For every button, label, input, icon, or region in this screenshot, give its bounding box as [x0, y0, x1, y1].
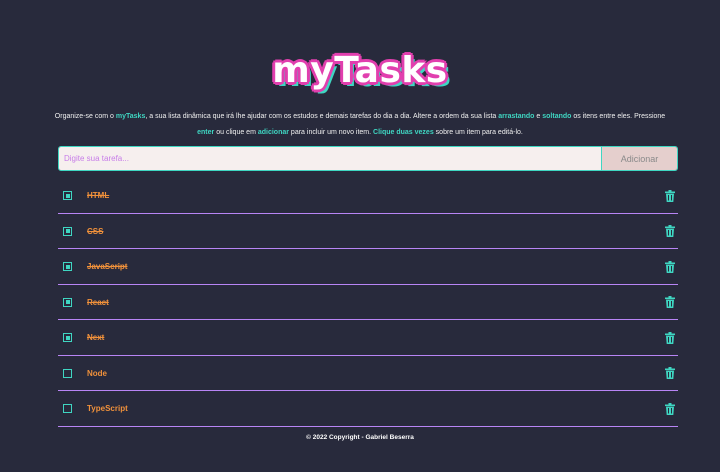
intro-text-part: para incluir um novo item. — [288, 129, 374, 136]
task-checkbox[interactable] — [63, 297, 72, 307]
intro-text-part: os itens entre eles. Pressione — [571, 113, 666, 120]
task-checkbox[interactable] — [63, 333, 72, 343]
trash-icon[interactable] — [665, 331, 675, 344]
task-input[interactable] — [59, 147, 601, 170]
trash-icon[interactable] — [665, 260, 675, 273]
task-label[interactable]: CSS — [87, 227, 103, 236]
task-item[interactable]: HTML — [58, 179, 678, 214]
task-checkbox[interactable] — [63, 368, 72, 378]
task-checkbox[interactable] — [63, 191, 72, 201]
add-task-form: Adicionar — [58, 146, 678, 171]
trash-icon[interactable] — [665, 367, 675, 380]
app-logo: myTasks — [272, 50, 448, 91]
intro-enter: enter — [197, 129, 215, 136]
task-item[interactable]: CSS — [58, 215, 678, 249]
intro-text-part: , a sua lista dinâmica que irá lhe ajuda… — [145, 113, 499, 120]
task-item[interactable]: TypeScript — [58, 392, 678, 427]
intro-text: Organize-se com o myTasks, a sua lista d… — [40, 109, 680, 141]
task-checkbox[interactable] — [63, 226, 72, 236]
task-label[interactable]: HTML — [87, 191, 109, 200]
intro-drag: arrastando — [498, 113, 535, 120]
trash-icon[interactable] — [665, 225, 675, 238]
task-checkbox[interactable] — [63, 262, 72, 272]
task-item[interactable]: React — [58, 286, 678, 320]
intro-text-part: sobre um item para editá-lo. — [433, 129, 523, 136]
footer-copyright: © 2022 Copyright - Gabriel Beserra — [306, 434, 414, 441]
intro-drop: soltando — [542, 113, 572, 120]
trash-icon[interactable] — [665, 402, 675, 415]
task-list: HTML CSS JavaScript React Next Node TypeScript — [58, 179, 678, 427]
intro-text-part: ou clique em — [214, 129, 258, 136]
trash-icon[interactable] — [665, 296, 675, 309]
trash-icon[interactable] — [665, 189, 675, 202]
add-task-button[interactable]: Adicionar — [601, 147, 677, 170]
intro-add: adicionar — [257, 129, 289, 136]
task-label[interactable]: React — [87, 298, 109, 307]
task-label[interactable]: Next — [87, 333, 104, 342]
task-label[interactable]: TypeScript — [87, 404, 128, 413]
task-item[interactable]: JavaScript — [58, 250, 678, 285]
intro-text-part: Organize-se com o — [54, 113, 116, 120]
intro-brand: myTasks — [115, 113, 146, 120]
task-label[interactable]: JavaScript — [87, 262, 127, 271]
task-item[interactable]: Node — [58, 357, 678, 391]
task-checkbox[interactable] — [63, 404, 72, 414]
intro-dblclick: Clique duas vezes — [373, 129, 434, 136]
task-item[interactable]: Next — [58, 321, 678, 356]
task-label[interactable]: Node — [87, 369, 107, 378]
